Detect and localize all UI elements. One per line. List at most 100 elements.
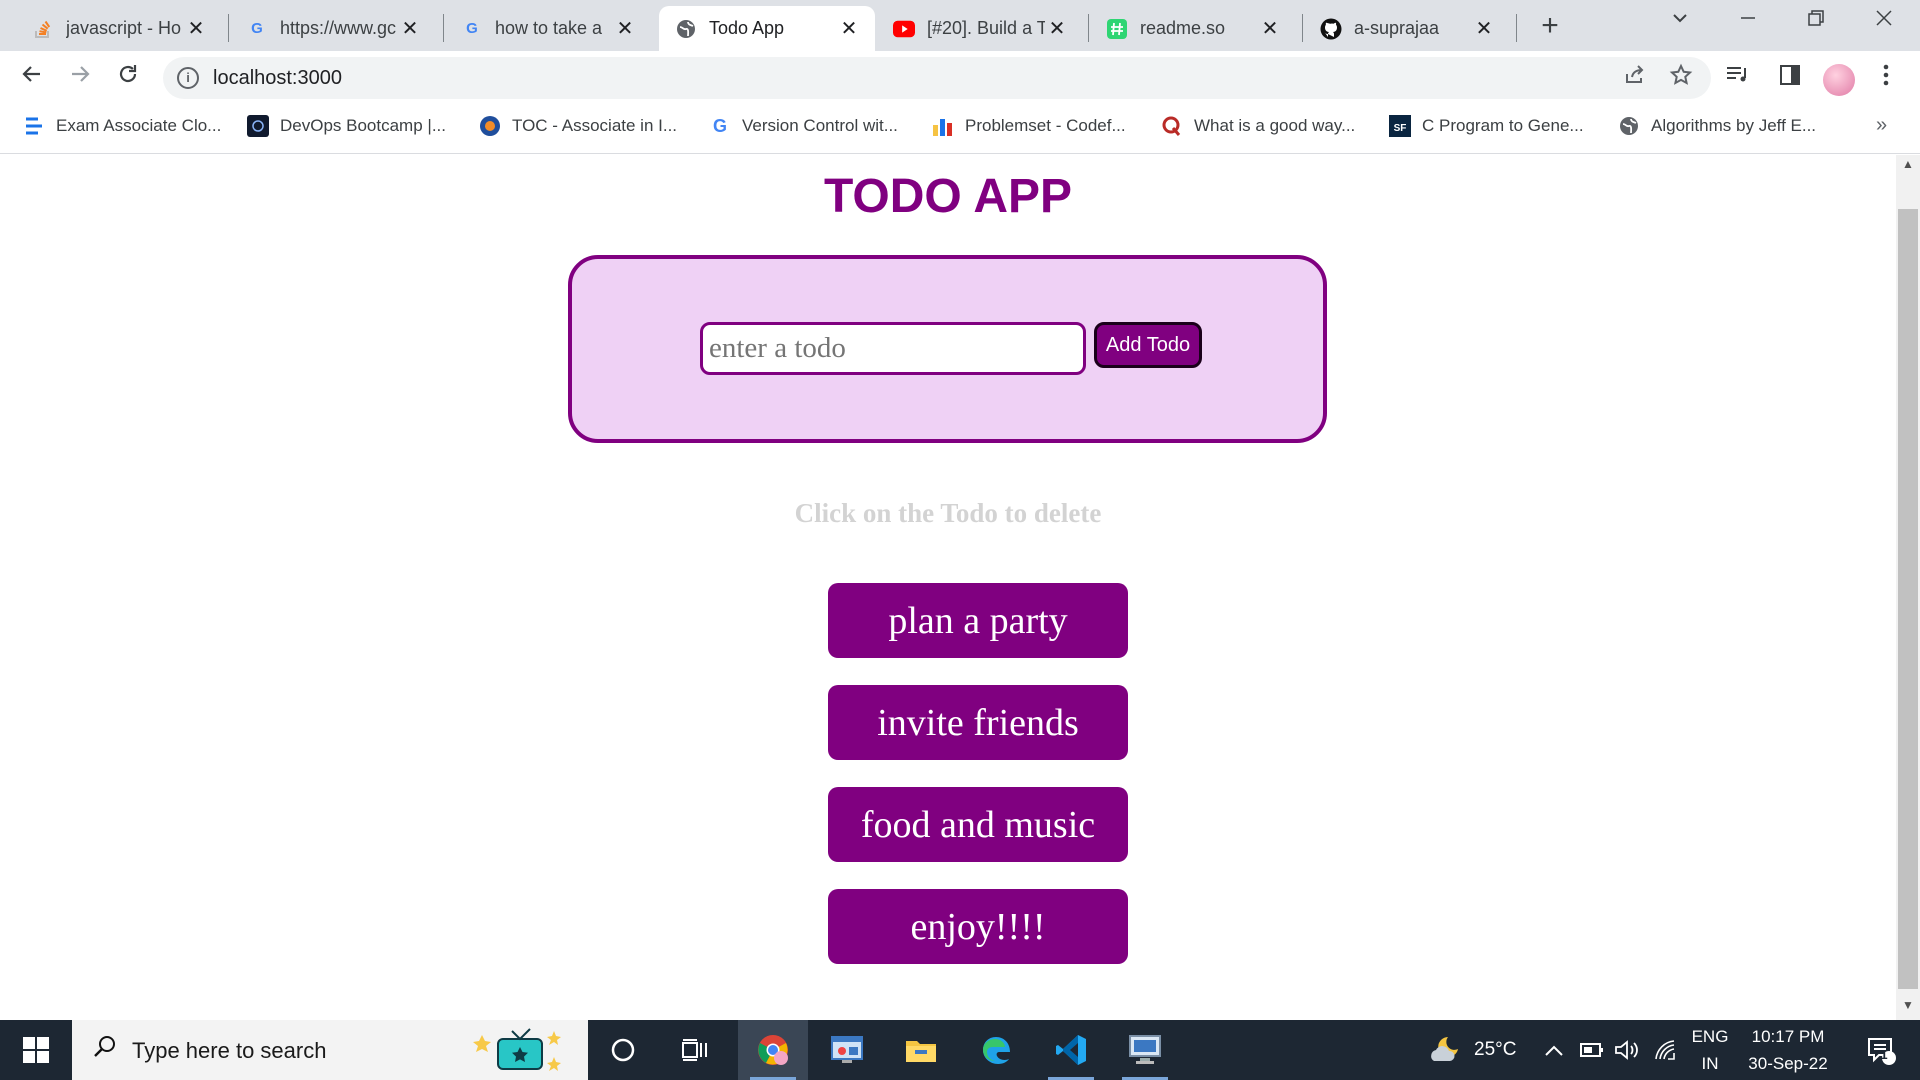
tab-title: a-suprajaa <box>1354 18 1440 38</box>
taskbar-search[interactable]: Type here to search <box>72 1020 588 1080</box>
close-icon[interactable]: ✕ <box>398 16 422 41</box>
close-icon[interactable]: ✕ <box>1258 16 1282 41</box>
taskbar-vscode[interactable] <box>1036 1020 1106 1080</box>
share-icon[interactable] <box>1619 63 1651 95</box>
profile-avatar[interactable] <box>1823 64 1855 96</box>
bookmark-item[interactable]: Exam Associate Clo... <box>22 106 221 146</box>
scroll-up-icon[interactable]: ▲ <box>1896 157 1920 177</box>
forward-arrow-icon <box>72 66 90 82</box>
bookmark-label: Algorithms by Jeff E... <box>1651 116 1817 135</box>
tab-readme[interactable]: readme.so ✕ <box>1090 6 1296 51</box>
close-icon[interactable]: ✕ <box>1472 16 1496 41</box>
start-button[interactable] <box>0 1020 72 1080</box>
new-tab-button[interactable]: + <box>1533 10 1567 44</box>
todo-input[interactable] <box>700 322 1086 375</box>
browser-toolbar: i localhost:3000 <box>0 51 1920 106</box>
network-indicator[interactable] <box>1654 1020 1678 1080</box>
minimize-icon <box>1741 17 1755 19</box>
media-control-button[interactable] <box>1720 61 1756 97</box>
bookmark-item[interactable]: DevOps Bootcamp |... <box>246 106 446 146</box>
page-scrollbar[interactable]: ▲ ▼ <box>1896 155 1920 1020</box>
weather-moon-cloud-icon <box>1431 1037 1458 1061</box>
kebab-menu-icon <box>1883 64 1889 86</box>
browser-menu-button[interactable] <box>1868 61 1904 97</box>
taskbar-file-explorer[interactable] <box>886 1020 956 1080</box>
bookmarks-overflow-icon[interactable]: » <box>1876 114 1887 137</box>
tab-how-to-take[interactable]: G how to take a ✕ <box>445 6 651 51</box>
back-button[interactable] <box>14 61 50 97</box>
taskbar-remote-desktop[interactable] <box>1110 1020 1180 1080</box>
weather-temperature: 25°C <box>1474 1039 1517 1060</box>
taskbar-chrome[interactable] <box>738 1020 808 1080</box>
bookmark-item[interactable]: SF C Program to Gene... <box>1388 106 1584 146</box>
tab-youtube[interactable]: [#20]. Build a T ✕ <box>877 6 1083 51</box>
clock[interactable]: 10:17 PM 30-Sep-22 <box>1744 1020 1832 1080</box>
windows-logo-icon <box>23 1037 49 1063</box>
bookmark-item[interactable]: Problemset - Codef... <box>931 106 1126 146</box>
restore-button[interactable] <box>1788 0 1844 44</box>
bookmark-label: TOC - Associate in I... <box>512 116 678 135</box>
bookmark-item[interactable]: G Version Control wit... <box>708 106 898 146</box>
google-icon: G <box>466 20 478 37</box>
input-region: IN <box>1701 1054 1719 1073</box>
show-hidden-icons[interactable] <box>1544 1020 1564 1080</box>
scrollbar-thumb[interactable] <box>1898 209 1918 989</box>
tab-title: [#20]. Build a T <box>927 18 1045 38</box>
taskbar-edge[interactable] <box>962 1020 1032 1080</box>
devops-icon <box>246 114 270 138</box>
todo-item[interactable]: food and music <box>828 787 1128 862</box>
address-bar[interactable]: i localhost:3000 <box>163 57 1711 99</box>
app-title: TODO APP <box>823 170 1073 223</box>
weather-widget[interactable]: 25°C <box>1428 1020 1516 1080</box>
tab-title: readme.so <box>1140 18 1226 38</box>
info-icon[interactable]: i <box>177 67 199 89</box>
bookmark-item[interactable]: What is a good way... <box>1160 106 1355 146</box>
close-window-button[interactable] <box>1856 0 1912 44</box>
tab-google-url[interactable]: G https://www.gc ✕ <box>230 6 436 51</box>
taskbar-control-panel[interactable] <box>812 1020 882 1080</box>
address-url[interactable]: localhost:3000 <box>213 67 342 90</box>
side-panel-button[interactable] <box>1772 61 1808 97</box>
volume-indicator[interactable] <box>1614 1020 1640 1080</box>
side-panel-icon <box>1780 65 1800 85</box>
forward-button[interactable] <box>62 61 98 97</box>
delete-hint: Click on the Todo to delete <box>794 498 1102 528</box>
readme-icon <box>1106 18 1128 40</box>
scroll-down-icon[interactable]: ▼ <box>1896 998 1920 1018</box>
bookmark-label: Exam Associate Clo... <box>56 116 222 135</box>
tab-javascript[interactable]: javascript - Ho ✕ <box>16 6 222 51</box>
battery-indicator[interactable] <box>1580 1020 1604 1080</box>
task-view-button[interactable] <box>660 1020 730 1080</box>
add-todo-button[interactable]: Add Todo <box>1094 322 1202 368</box>
minimize-button[interactable] <box>1720 0 1776 44</box>
close-icon[interactable]: ✕ <box>1045 16 1069 41</box>
bookmark-star-icon[interactable] <box>1665 63 1697 95</box>
google-icon: G <box>712 115 727 136</box>
todo-item[interactable]: plan a party <box>828 583 1128 658</box>
codeforces-icon <box>931 114 955 138</box>
battery-icon <box>1580 1043 1603 1057</box>
tab-todo-app[interactable]: Todo App ✕ <box>659 6 875 51</box>
tab-github[interactable]: a-suprajaa ✕ <box>1304 6 1510 51</box>
settings-window-icon <box>831 1036 863 1063</box>
close-icon[interactable]: ✕ <box>613 16 637 41</box>
todo-form: Add Todo <box>568 255 1327 443</box>
bookmark-label: What is a good way... <box>1194 116 1356 135</box>
notification-count: 1 <box>1880 1047 1888 1062</box>
menu-lines-icon <box>22 114 46 138</box>
todo-item[interactable]: enjoy!!!! <box>828 889 1128 964</box>
tab-title: how to take a <box>495 18 603 38</box>
tab-separator <box>228 14 229 42</box>
bookmark-item[interactable]: Algorithms by Jeff E... <box>1617 106 1816 146</box>
notifications-button[interactable]: 1 <box>1856 1020 1906 1080</box>
tab-search-button[interactable] <box>1652 0 1708 44</box>
cortana-button[interactable] <box>588 1020 658 1080</box>
bookmark-item[interactable]: TOC - Associate in I... <box>478 106 677 146</box>
language-indicator[interactable]: ENG IN <box>1686 1020 1734 1080</box>
svg-text:SF: SF <box>1394 123 1407 134</box>
close-icon[interactable]: ✕ <box>837 16 861 41</box>
close-icon[interactable]: ✕ <box>184 16 208 41</box>
reload-button[interactable] <box>110 61 146 97</box>
chevron-up-icon <box>1545 1045 1563 1056</box>
todo-item[interactable]: invite friends <box>828 685 1128 760</box>
